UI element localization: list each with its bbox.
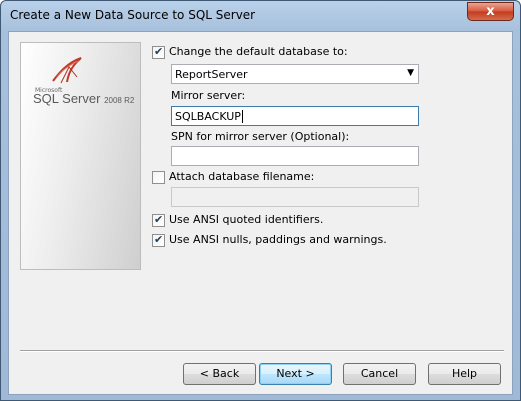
- close-button[interactable]: x: [467, 2, 514, 21]
- dialog-window: Create a New Data Source to SQL Server x…: [0, 0, 521, 401]
- sql-server-banner: Microsoft SQL Server 2008 R2: [20, 42, 141, 270]
- back-button[interactable]: < Back: [183, 363, 256, 385]
- cancel-button[interactable]: Cancel: [343, 363, 416, 385]
- button-separator: [20, 350, 504, 352]
- window-title: Create a New Data Source to SQL Server: [10, 8, 256, 22]
- mirror-server-label: Mirror server:: [171, 89, 246, 102]
- brand-name: SQL Server: [33, 91, 101, 106]
- spn-label: SPN for mirror server (Optional):: [171, 130, 350, 143]
- ansi-nulls-label: Use ANSI nulls, paddings and warnings.: [169, 233, 387, 246]
- ansi-nulls-checkbox[interactable]: [152, 233, 165, 247]
- close-icon: x: [486, 4, 495, 19]
- ansi-quoted-checkbox[interactable]: [152, 213, 165, 227]
- attach-db-label: Attach database filename:: [169, 170, 315, 183]
- dialog-client-area: Microsoft SQL Server 2008 R2 Change the …: [8, 31, 513, 395]
- change-default-db-label: Change the default database to:: [169, 45, 348, 58]
- attach-db-filename-input[interactable]: [171, 187, 419, 207]
- title-bar[interactable]: Create a New Data Source to SQL Server x: [1, 1, 520, 31]
- mirror-server-value: SQLBACKUP: [175, 110, 241, 123]
- sql-server-logo-icon: [52, 57, 82, 84]
- spn-input[interactable]: [171, 146, 419, 166]
- ansi-quoted-label: Use ANSI quoted identifiers.: [169, 213, 324, 226]
- attach-db-checkbox[interactable]: [152, 171, 165, 184]
- text-cursor: [241, 110, 243, 123]
- chevron-down-icon: ▼: [407, 68, 414, 78]
- default-database-value: ReportServer: [175, 68, 248, 81]
- default-database-select[interactable]: ReportServer ▼: [171, 64, 419, 84]
- change-default-db-checkbox[interactable]: [152, 45, 165, 59]
- brand-version: 2008 R2: [104, 96, 135, 105]
- brand-logo-text: SQL Server 2008 R2: [33, 91, 134, 106]
- next-button[interactable]: Next >: [259, 363, 332, 385]
- mirror-server-input[interactable]: SQLBACKUP: [171, 106, 419, 126]
- help-button[interactable]: Help: [428, 363, 501, 385]
